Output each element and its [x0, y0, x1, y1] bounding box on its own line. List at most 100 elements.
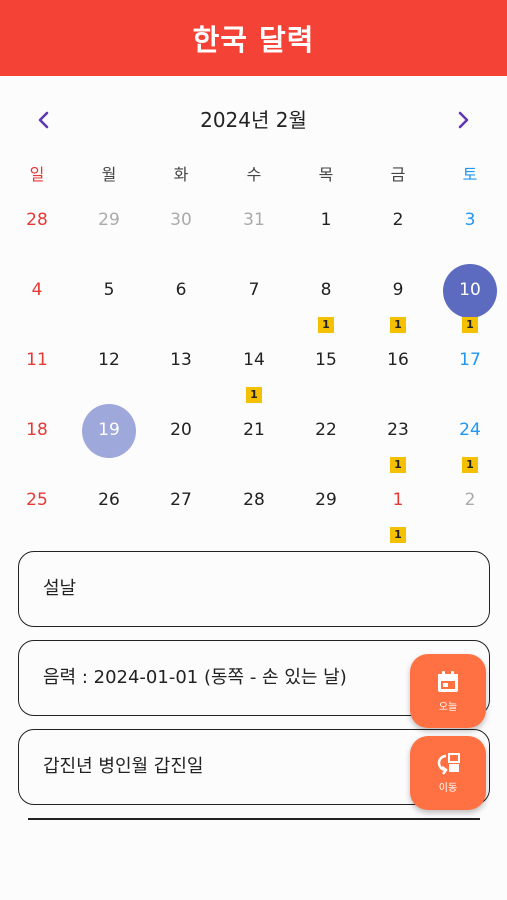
move-fab-label: 이동: [438, 783, 458, 794]
day-number: 28: [243, 490, 265, 510]
day-cell[interactable]: 20: [145, 411, 217, 481]
event-count-badge: 1: [390, 457, 406, 473]
day-number: 24: [459, 420, 481, 440]
day-cell[interactable]: 81: [290, 271, 362, 341]
day-cell[interactable]: 28: [218, 481, 290, 551]
day-number: 29: [98, 210, 120, 230]
day-number: 10: [459, 280, 481, 300]
weekday-label: 월: [101, 165, 117, 184]
day-cell[interactable]: 3: [434, 201, 506, 271]
day-cell[interactable]: 27: [145, 481, 217, 551]
day-number: 25: [26, 490, 48, 510]
weekday-label: 수: [246, 165, 262, 184]
day-number: 8: [320, 280, 332, 300]
day-number: 21: [243, 420, 265, 440]
day-cell[interactable]: 11: [362, 481, 434, 551]
day-cell[interactable]: 16: [362, 341, 434, 411]
weekday-label: 화: [173, 165, 189, 184]
day-number: 30: [170, 210, 192, 230]
calendar-icon: [438, 671, 458, 692]
day-number: 29: [315, 490, 337, 510]
day-number: 13: [170, 350, 192, 370]
day-cell[interactable]: 11: [1, 341, 73, 411]
event-card: 설날: [18, 551, 490, 627]
day-cell[interactable]: 2: [362, 201, 434, 271]
day-cell[interactable]: 30: [145, 201, 217, 271]
weekday-label: 금: [390, 165, 406, 184]
event-count-badge: 1: [462, 317, 478, 333]
day-number: 2: [464, 490, 476, 510]
app-title: 한국 달력: [192, 23, 315, 57]
day-cell[interactable]: 12: [73, 341, 145, 411]
day-cell[interactable]: 25: [1, 481, 73, 551]
day-number: 9: [392, 280, 404, 300]
day-number: 5: [103, 280, 115, 300]
day-cell[interactable]: 17: [434, 341, 506, 411]
day-number: 1: [392, 490, 404, 510]
day-number: 11: [26, 350, 48, 370]
month-label: 2024년 2월: [200, 108, 307, 132]
day-number: 20: [170, 420, 192, 440]
swap-icon: [437, 753, 460, 775]
move-fab[interactable]: 이동: [410, 736, 486, 810]
month-navigation: 2024년 2월: [0, 96, 507, 144]
day-number: 7: [248, 280, 260, 300]
app-bar: 한국 달력: [0, 0, 507, 76]
day-number: 16: [387, 350, 409, 370]
ganji-text: 갑진년 병인월 갑진일: [43, 756, 204, 777]
day-cell[interactable]: 4: [1, 271, 73, 341]
day-cell[interactable]: 15: [290, 341, 362, 411]
day-cell[interactable]: 91: [362, 271, 434, 341]
chevron-right-icon: [458, 111, 469, 129]
event-count-badge: 1: [246, 387, 262, 403]
day-number: 2: [392, 210, 404, 230]
weekday-label: 목: [318, 165, 334, 184]
day-number: 17: [459, 350, 481, 370]
weekday-label: 토: [462, 165, 478, 184]
day-cell[interactable]: 28: [1, 201, 73, 271]
day-number: 18: [26, 420, 48, 440]
day-cell[interactable]: 1: [290, 201, 362, 271]
day-number: 4: [31, 280, 43, 300]
day-cell[interactable]: 7: [218, 271, 290, 341]
day-cell[interactable]: 31: [218, 201, 290, 271]
day-number: 23: [387, 420, 409, 440]
day-number: 28: [26, 210, 48, 230]
day-cell[interactable]: 22: [290, 411, 362, 481]
day-cell[interactable]: 6: [145, 271, 217, 341]
today-fab-label: 오늘: [438, 702, 458, 713]
day-cell[interactable]: 29: [73, 201, 145, 271]
next-card-edge: [28, 818, 480, 820]
day-number: 14: [243, 350, 265, 370]
day-number: 27: [170, 490, 192, 510]
day-number: 6: [175, 280, 187, 300]
day-number: 26: [98, 490, 120, 510]
day-cell[interactable]: 13: [145, 341, 217, 411]
today-fab[interactable]: 오늘: [410, 654, 486, 728]
day-number: 22: [315, 420, 337, 440]
event-count-badge: 1: [390, 317, 406, 333]
day-number: 31: [243, 210, 265, 230]
day-number: 12: [98, 350, 120, 370]
event-count-badge: 1: [318, 317, 334, 333]
day-cell[interactable]: 24 1: [434, 411, 506, 481]
day-cell[interactable]: 19: [73, 404, 145, 481]
day-cell[interactable]: 2: [434, 481, 506, 551]
day-cell[interactable]: 14 1: [218, 341, 290, 411]
day-number: 19: [98, 420, 120, 440]
day-number: 3: [464, 210, 476, 230]
day-cell[interactable]: 26: [73, 481, 145, 551]
day-number: 1: [320, 210, 332, 230]
event-count-badge: 1: [390, 527, 406, 543]
day-cell[interactable]: 10 1: [434, 264, 506, 341]
day-cell[interactable]: 21: [218, 411, 290, 481]
day-cell[interactable]: 29: [290, 481, 362, 551]
day-cell[interactable]: 23 1: [362, 411, 434, 481]
event-name: 설날: [43, 578, 77, 599]
day-number: 15: [315, 350, 337, 370]
weekday-label: 일: [29, 165, 45, 184]
day-cell[interactable]: 18: [1, 411, 73, 481]
next-month-button[interactable]: [439, 96, 487, 144]
day-cell[interactable]: 5: [73, 271, 145, 341]
event-count-badge: 1: [462, 457, 478, 473]
